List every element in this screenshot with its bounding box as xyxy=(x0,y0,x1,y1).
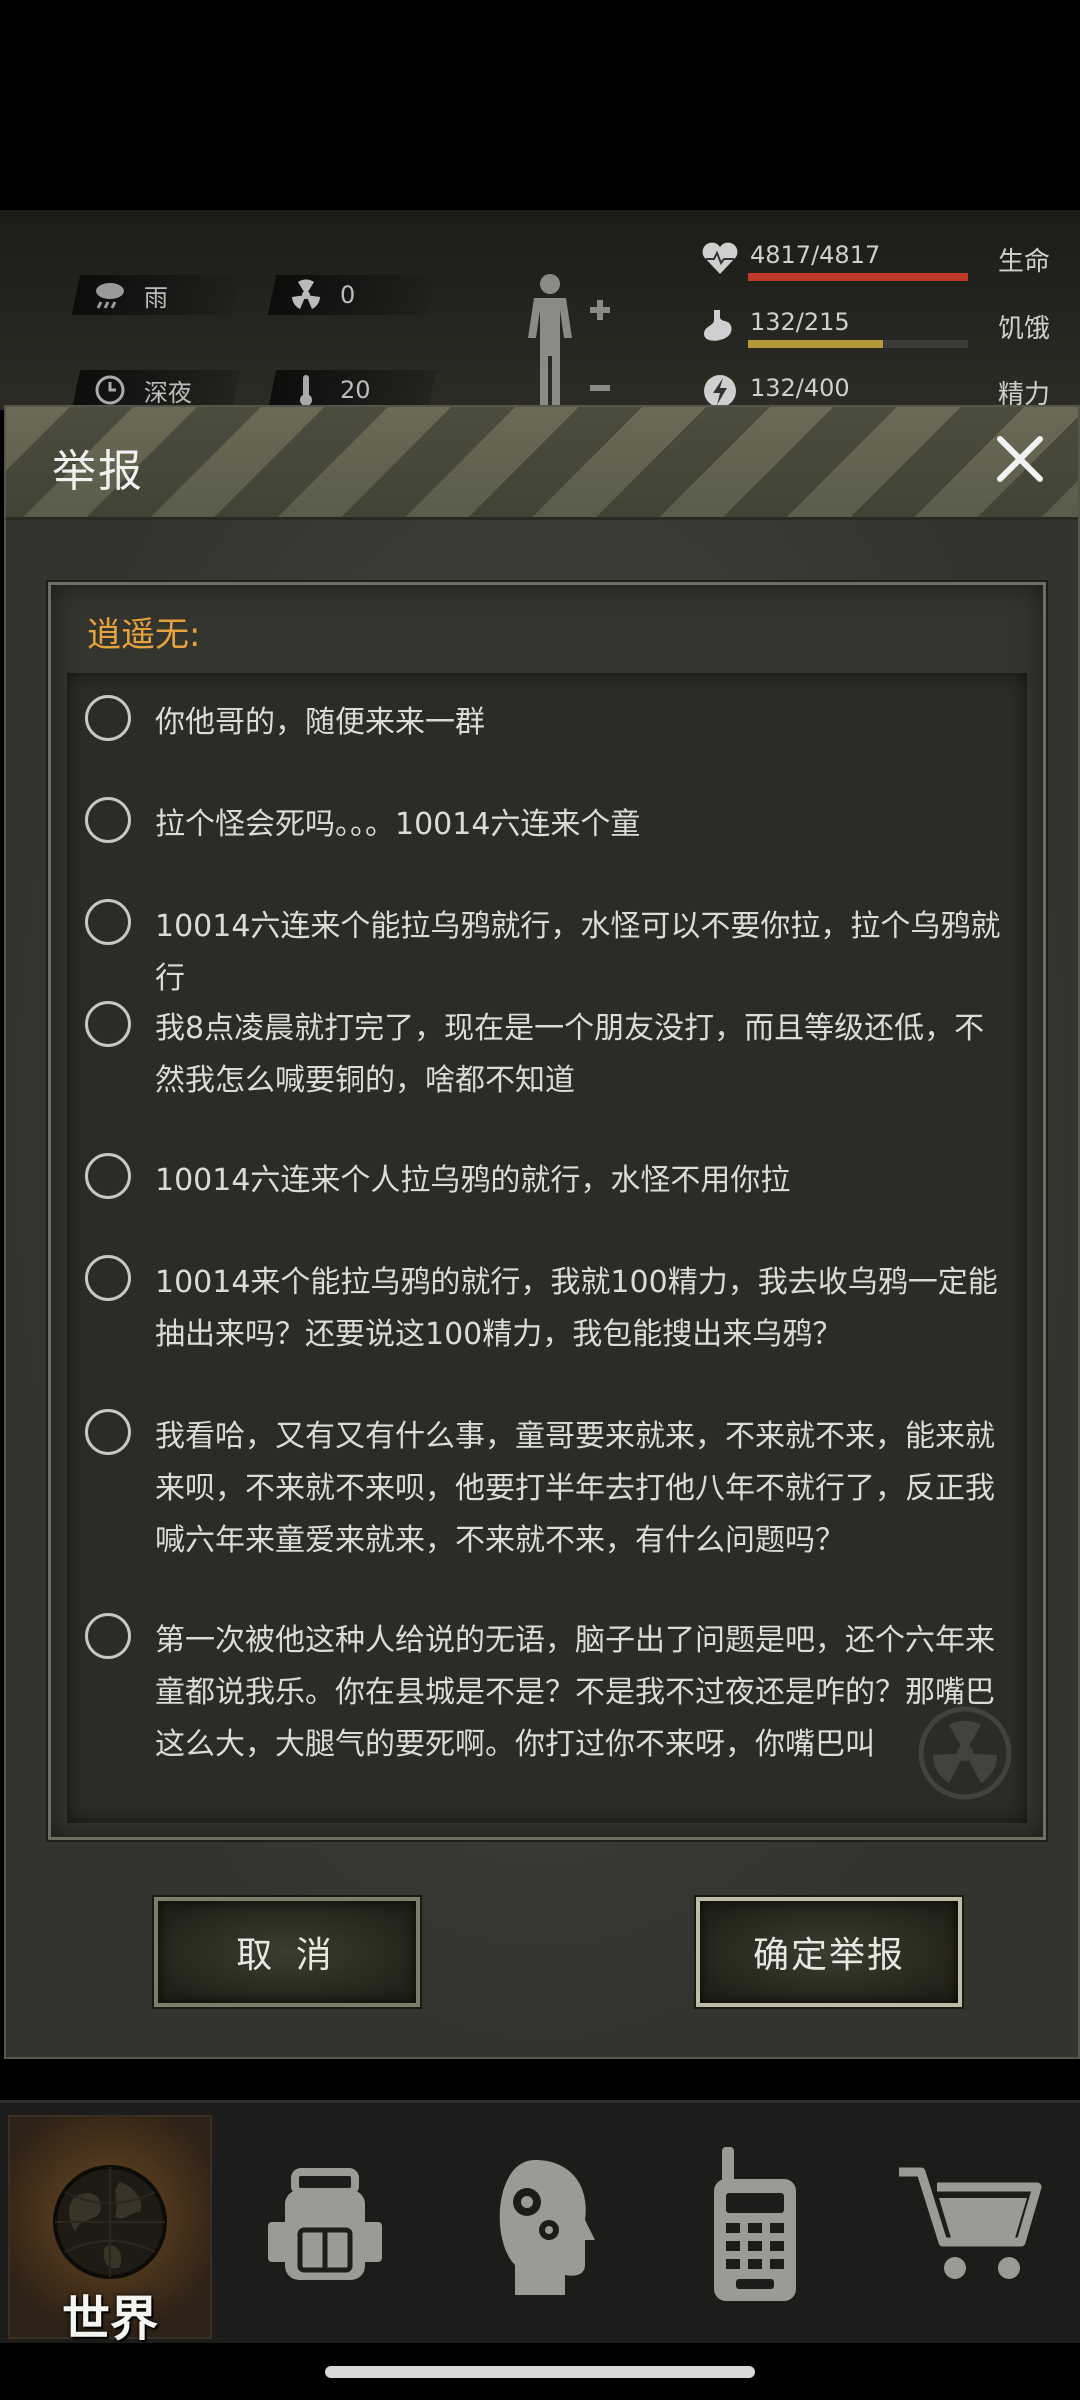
health-label: 生命 xyxy=(997,247,1050,277)
message-list[interactable]: 你他哥的，随便来来一群 拉个怪会死吗。。。10014六连来个童 10014六连来… xyxy=(67,673,1027,1823)
message-panel: 逍遥无: 你他哥的，随便来来一群 拉个怪会死吗。。。10014六连来个童 100… xyxy=(48,582,1046,1840)
message-text: 10014六连来个能拉乌鸦就行，水怪可以不要你拉，拉个乌鸦就行 xyxy=(155,909,1001,996)
radio-button[interactable] xyxy=(85,1613,131,1659)
radio-button[interactable] xyxy=(85,1255,131,1301)
temperature-pill: 20 xyxy=(267,370,437,410)
confirm-report-button[interactable]: 确定举报 xyxy=(696,1897,962,2007)
message-text: 第一次被他这种人给说的无语，脑子出了问题是吧，还个六年来童都说我乐。你在县城是不… xyxy=(155,1623,995,1762)
hunger-value: 132/215 xyxy=(750,308,850,336)
hunger-stat: 132/215 饥饿 xyxy=(690,304,1050,360)
tab-skills[interactable] xyxy=(440,2115,640,2335)
message-text: 我看哈，又有又有什么事，童哥要来就来，不来就不来，能来就来呗，不来就不来呗，他要… xyxy=(155,1419,995,1558)
close-button[interactable] xyxy=(990,429,1050,489)
radio-button[interactable] xyxy=(85,797,131,843)
tab-world-label: 世界 xyxy=(61,2291,158,2347)
time-text: 深夜 xyxy=(144,378,192,407)
radio-button[interactable] xyxy=(85,1409,131,1455)
close-icon xyxy=(997,436,1043,482)
dialog-title: 举报 xyxy=(52,446,144,497)
radio-button[interactable] xyxy=(85,899,131,945)
clock-icon xyxy=(90,370,130,410)
stomach-icon xyxy=(700,306,740,346)
reported-username: 逍遥无: xyxy=(87,615,201,655)
message-text: 10014来个能拉乌鸦的就行，我就100精力，我去收乌鸦一定能抽出来吗？还要说这… xyxy=(155,1265,998,1352)
backpack-icon xyxy=(268,2168,382,2280)
health-fill xyxy=(748,273,968,281)
health-stat: 4817/4817 生命 xyxy=(690,237,1050,293)
bottom-nav: 世界 xyxy=(0,2100,1080,2347)
cancel-button[interactable]: 取 消 xyxy=(154,1897,420,2007)
dialog-header: 举报 xyxy=(6,407,1078,520)
time-pill: 深夜 xyxy=(71,370,241,410)
radiation-watermark-icon xyxy=(918,1706,1012,1800)
temperature-value: 20 xyxy=(340,376,371,404)
health-value: 4817/4817 xyxy=(750,241,881,269)
energy-value: 132/400 xyxy=(750,374,850,402)
report-dialog: 举报 逍遥无: 你他哥的，随便来来一群 拉个怪会死吗。。。10014六连来个童 … xyxy=(4,405,1080,2059)
radio-button[interactable] xyxy=(85,1001,131,1047)
message-text: 你他哥的，随便来来一群 xyxy=(155,705,485,740)
radio-button[interactable] xyxy=(85,695,131,741)
body-status-button[interactable] xyxy=(520,270,620,414)
message-text: 拉个怪会死吗。。。10014六连来个童 xyxy=(155,807,641,842)
walkie-talkie-icon xyxy=(714,2147,796,2301)
message-text: 我8点凌晨就打完了，现在是一个朋友没打，而且等级还低，不然我怎么喊要铜的，啥都不… xyxy=(155,1011,985,1098)
radiation-pill: 0 xyxy=(267,275,437,315)
heart-icon xyxy=(700,239,740,279)
home-indicator[interactable] xyxy=(325,2366,755,2378)
message-text: 10014六连来个人拉乌鸦的就行，水怪不用你拉 xyxy=(155,1163,791,1198)
radiation-value: 0 xyxy=(340,281,356,309)
rain-cloud-icon xyxy=(90,275,130,315)
hunger-label: 饥饿 xyxy=(997,314,1050,344)
hunger-fill xyxy=(748,340,884,348)
tab-shop[interactable] xyxy=(870,2115,1070,2335)
radio-button[interactable] xyxy=(85,1153,131,1199)
tab-backpack[interactable] xyxy=(225,2115,425,2335)
weather-pill: 雨 xyxy=(71,275,241,315)
tab-world[interactable]: 世界 xyxy=(8,2115,212,2347)
tab-radio[interactable] xyxy=(655,2115,855,2335)
radiation-icon xyxy=(286,275,326,315)
head-gears-icon xyxy=(499,2160,595,2295)
thermometer-icon xyxy=(286,370,326,410)
weather-text: 雨 xyxy=(144,283,168,312)
shopping-cart-icon xyxy=(899,2167,1042,2279)
